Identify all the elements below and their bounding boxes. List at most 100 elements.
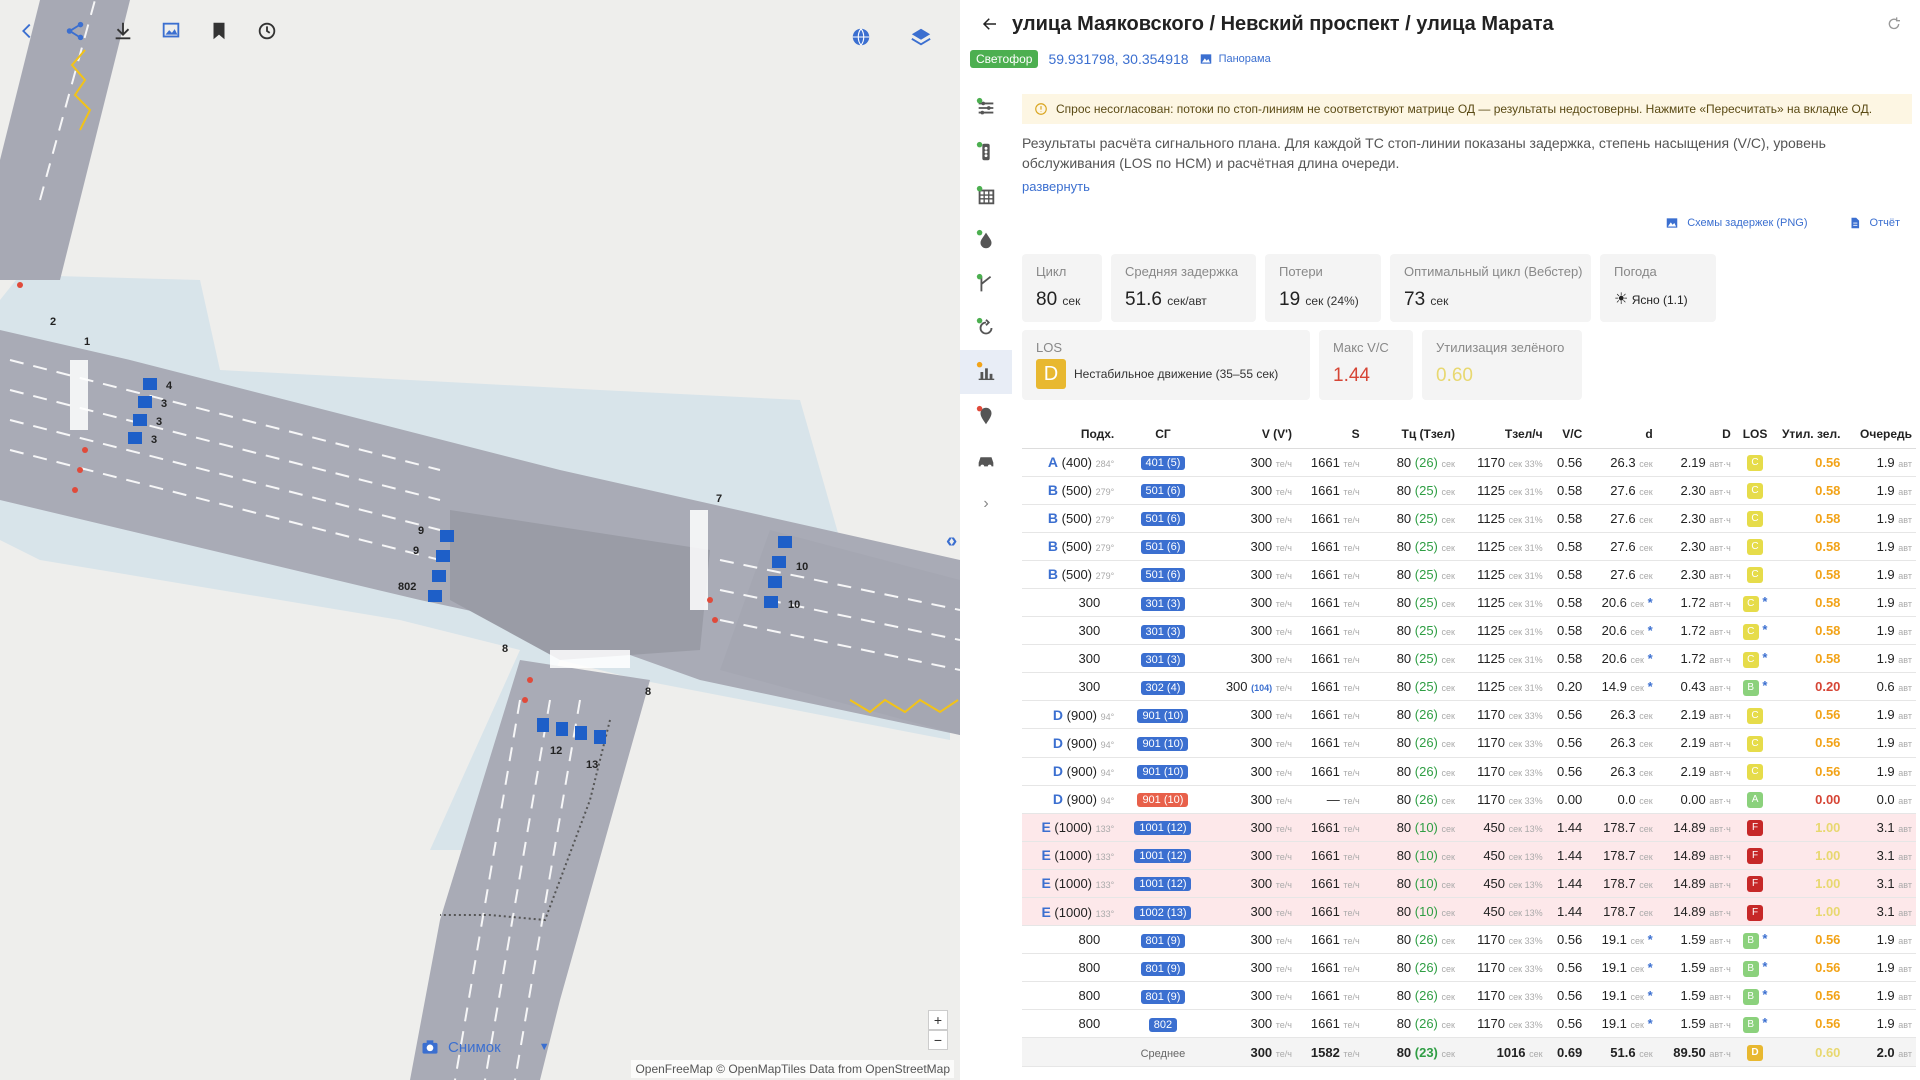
history-button[interactable] [254, 18, 280, 44]
lane-number: 1 [84, 336, 90, 348]
intersection-map[interactable]: 4 3 3 3 9 9 802 10 10 12 13 2 1 7 8 8 [0, 0, 960, 1080]
volume-cell: 300 те/ч [1207, 953, 1296, 983]
bookmark-button[interactable] [206, 18, 232, 44]
column-header[interactable]: d [1586, 420, 1657, 449]
delay-cell: 27.6 сек [1586, 560, 1657, 589]
table-row[interactable]: B (500) 279° 501 (6) 300 те/ч 1661 те/ч 80 (… [1022, 532, 1916, 561]
column-header[interactable]: Очередь [1844, 420, 1916, 449]
export-png-link[interactable]: Схемы задержек (PNG) [1665, 216, 1808, 230]
map-view[interactable]: 4 3 3 3 9 9 802 10 10 12 13 2 1 7 8 8 ‹›… [0, 0, 960, 1080]
rail-expand[interactable]: › [960, 482, 1012, 526]
table-row[interactable]: 800 801 (9) 300 те/ч 1661 те/ч 80 (26) сек 11… [1022, 981, 1916, 1011]
table-row[interactable]: D (900) 94° 901 (10) 300 те/ч 1661 те/ч 80 (… [1022, 700, 1916, 730]
vc-cell: 0.58 [1546, 616, 1587, 646]
table-row[interactable]: 300 301 (3) 300 те/ч 1661 те/ч 80 (25) сек 11… [1022, 644, 1916, 674]
saturation-cell: 1661 те/ч [1296, 897, 1364, 927]
green-per-hour-cell: 450 сек 13% [1458, 897, 1547, 927]
panel-toggle-button[interactable]: ‹› [946, 530, 957, 553]
los-badge: B * [1734, 953, 1776, 983]
table-row[interactable]: E (1000) 133° 1001 (12) 300 те/ч 1661 те/ч 8… [1022, 869, 1916, 899]
green-per-hour-cell: 1125 сек 31% [1458, 560, 1547, 589]
table-row[interactable]: D (900) 94° 901 (10) 300 те/ч 1661 те/ч 80 (… [1022, 757, 1916, 786]
table-row[interactable]: B (500) 279° 501 (6) 300 те/ч 1661 те/ч 80 (… [1022, 504, 1916, 533]
total-delay-cell: 0.43 авт·ч [1656, 672, 1735, 702]
rail-grid[interactable] [960, 174, 1012, 218]
zoom-out-button[interactable]: − [928, 1030, 948, 1050]
table-row[interactable]: D (900) 94° 901 (10) 300 те/ч 1661 те/ч 80 (… [1022, 728, 1916, 758]
gallery-button[interactable] [158, 18, 184, 44]
table-row[interactable]: 300 301 (3) 300 те/ч 1661 те/ч 80 (25) сек 11… [1022, 616, 1916, 646]
image-icon [1200, 54, 1211, 64]
volume-cell: 300 те/ч [1207, 757, 1296, 786]
table-row[interactable]: E (1000) 133° 1001 (12) 300 те/ч 1661 те/ч 8… [1022, 813, 1916, 842]
green-per-hour-cell: 1170 сек 33% [1458, 757, 1547, 786]
refresh-button[interactable] [1886, 16, 1902, 37]
table-row[interactable]: B (500) 279° 501 (6) 300 те/ч 1661 те/ч 80 (… [1022, 560, 1916, 589]
stat-green-util: Утилизация зелёного 0.60 [1422, 330, 1582, 400]
table-row[interactable]: 800 801 (9) 300 те/ч 1661 те/ч 80 (26) сек 11… [1022, 953, 1916, 983]
column-header[interactable]: Тц (Тзел) [1363, 420, 1459, 449]
table-row[interactable]: B (500) 279° 501 (6) 300 те/ч 1661 те/ч 80 (… [1022, 476, 1916, 505]
stat-value: 51.6 сек/авт [1125, 289, 1207, 310]
column-header[interactable]: V/C [1546, 420, 1587, 449]
approach-cell: B (500) 279° [1022, 532, 1119, 561]
column-header[interactable]: D [1656, 420, 1735, 449]
layers-button[interactable] [908, 24, 934, 50]
table-row[interactable]: 300 301 (3) 300 те/ч 1661 те/ч 80 (25) сек 11… [1022, 588, 1916, 618]
rail-location[interactable] [960, 394, 1012, 438]
green-per-hour-cell: 1125 сек 31% [1458, 644, 1547, 674]
column-header[interactable]: LOS [1734, 420, 1776, 449]
rail-chart[interactable] [960, 350, 1012, 394]
rail-fork[interactable] [960, 262, 1012, 306]
green-util-cell: 0.58 [1775, 616, 1845, 646]
table-row[interactable]: E (1000) 133° 1001 (12) 300 те/ч 1661 те/ч 8… [1022, 841, 1916, 870]
queue-cell: 1.9 авт [1844, 1009, 1916, 1039]
delay-cell: 26.3 сек [1586, 700, 1657, 730]
arrow-left-icon [982, 18, 996, 30]
report-link[interactable]: Отчёт [1848, 216, 1900, 230]
queue-cell: 1.9 авт [1844, 560, 1916, 589]
green-util-cell: 1.00 [1775, 869, 1845, 899]
zoom-in-button[interactable]: + [928, 1010, 948, 1030]
column-header[interactable]: S [1296, 420, 1364, 449]
delay-cell: 27.6 сек [1586, 476, 1657, 505]
footer-volume: 300 те/ч [1207, 1037, 1296, 1067]
back-button[interactable] [978, 12, 1002, 36]
rail-traffic-light[interactable] [960, 130, 1012, 174]
share-button[interactable] [62, 18, 88, 44]
saturation-cell: 1661 те/ч [1296, 504, 1364, 533]
table-body: A (400) 284° 401 (5) 300 те/ч 1661 те/ч 80 (… [1022, 448, 1916, 1067]
table-row[interactable]: E (1000) 133° 1002 (13) 300 те/ч 1661 те/ч 8… [1022, 897, 1916, 927]
column-header[interactable]: Тзел/ч [1458, 420, 1547, 449]
snapshot-button[interactable]: Снимок ▼ [420, 1037, 550, 1057]
green-per-hour-cell: 1125 сек 31% [1458, 504, 1547, 533]
rail-drop[interactable] [960, 218, 1012, 262]
table-row[interactable]: D (900) 94° 901 (10) 300 те/ч — те/ч 80 (26)… [1022, 785, 1916, 814]
coordinates[interactable]: 59.931798, 30.354918 [1048, 51, 1188, 67]
download-button[interactable] [110, 18, 136, 44]
panorama-link[interactable]: Панорама [1199, 52, 1271, 66]
globe-button[interactable] [848, 24, 874, 50]
table-row[interactable]: A (400) 284° 401 (5) 300 те/ч 1661 те/ч 80 (… [1022, 448, 1916, 477]
back-map-button[interactable] [14, 18, 40, 44]
rail-vehicle[interactable] [960, 438, 1012, 482]
rail-cycle[interactable] [960, 306, 1012, 350]
approach-cell: B (500) 279° [1022, 504, 1119, 533]
saturation-cell: 1661 те/ч [1296, 532, 1364, 561]
signal-group-badge: 501 (6) [1118, 560, 1208, 589]
table-row[interactable]: 300 302 (4) 300 (104) те/ч 1661 те/ч 80 (25)… [1022, 672, 1916, 702]
expand-link[interactable]: развернуть [1022, 179, 1090, 194]
cycle-cell: 80 (10) сек [1363, 869, 1459, 899]
table-row[interactable]: 800 801 (9) 300 те/ч 1661 те/ч 80 (26) сек 11… [1022, 925, 1916, 955]
column-header[interactable]: V (V') [1207, 420, 1296, 449]
column-header[interactable]: СГ [1118, 420, 1208, 449]
column-header[interactable]: Утил. зел. [1775, 420, 1845, 449]
cycle-cell: 80 (25) сек [1363, 504, 1459, 533]
table-row[interactable]: 800 802 300 те/ч 1661 те/ч 80 (26) сек 1170 с… [1022, 1009, 1916, 1039]
signal-group-badge: 301 (3) [1118, 616, 1208, 646]
saturation-cell: — те/ч [1296, 785, 1364, 814]
volume-cell: 300 те/ч [1207, 925, 1296, 955]
column-header[interactable]: Подх. [1022, 420, 1119, 449]
los-badge: C [1734, 476, 1776, 505]
rail-settings[interactable] [960, 86, 1012, 130]
